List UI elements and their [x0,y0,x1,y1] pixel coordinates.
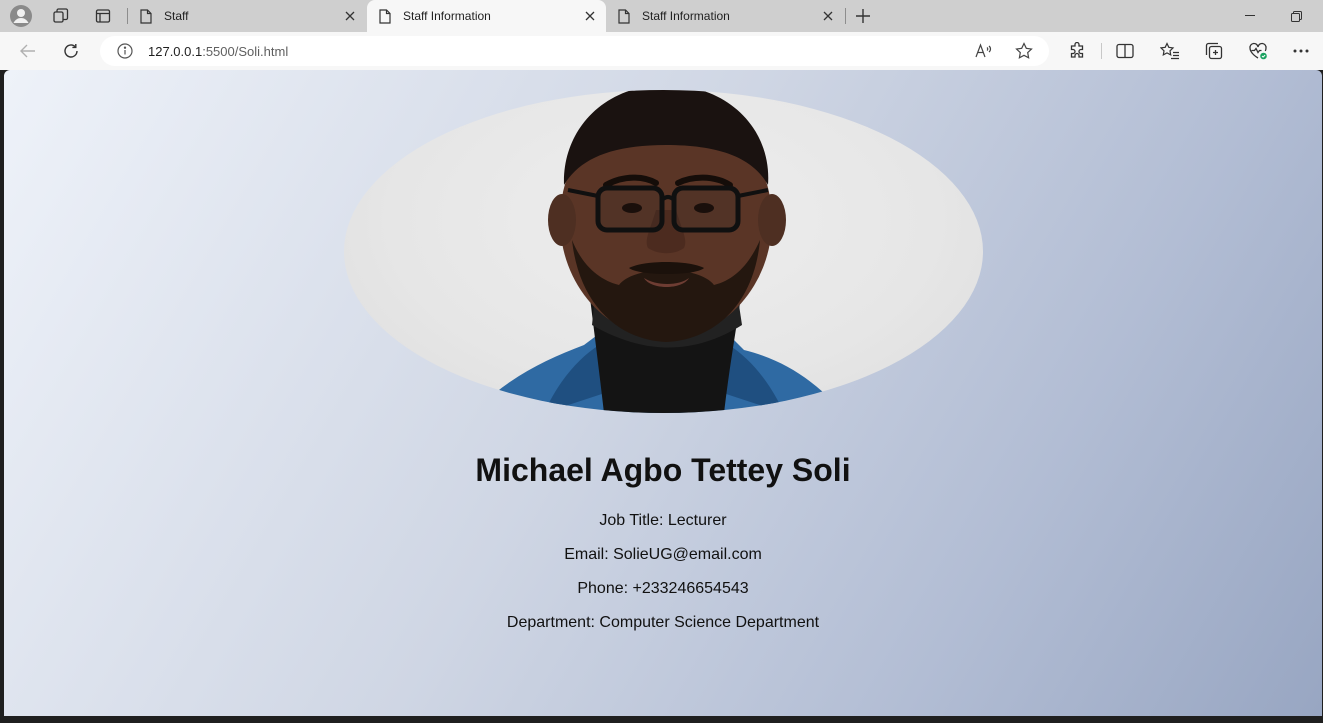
page-icon [379,8,393,24]
favorite-star-icon[interactable] [1011,38,1037,64]
url-text[interactable]: 127.0.0.1:5500/Soli.html [148,44,288,59]
tab-staff-information-active[interactable]: Staff Information [367,0,606,32]
toolbar-separator [1101,43,1102,59]
email: Email: SolieUG@email.com [564,546,762,563]
address-bar[interactable]: 127.0.0.1:5500/Soli.html [100,36,1049,66]
more-options-icon[interactable] [1287,37,1315,65]
page-icon [618,8,632,24]
read-aloud-icon[interactable] [971,38,997,64]
taskbar-edge [0,716,1323,723]
favorites-icon[interactable] [1156,37,1184,65]
page-viewport: Michael Agbo Tettey Soli Job Title: Lect… [4,70,1322,716]
browser-toolbar: 127.0.0.1:5500/Soli.html [0,32,1323,70]
url-path: :5500/Soli.html [202,43,289,59]
tab-title: Staff Information [642,9,730,23]
minimize-icon[interactable] [1227,0,1273,32]
phone: Phone: +233246654543 [577,580,749,597]
tab-title: Staff Information [403,9,491,23]
profile-icon[interactable] [8,4,34,28]
staff-photo [344,90,983,413]
refresh-icon[interactable] [57,37,85,65]
job-title: Job Title: Lecturer [599,512,727,529]
tab-strip: Staff Staff Information Staff Informatio… [0,0,1323,32]
new-tab-icon[interactable] [850,4,876,28]
workspaces-icon[interactable] [48,4,74,28]
department: Department: Computer Science Department [506,614,820,631]
browser-essentials-icon[interactable] [1244,37,1272,65]
url-host: 127.0.0.1 [148,43,203,59]
staff-portrait-illustration [474,90,844,413]
staff-name: Michael Agbo Tettey Soli [475,452,851,488]
back-icon[interactable] [14,37,42,65]
site-info-icon[interactable] [116,42,134,60]
tab-actions-icon[interactable] [90,4,116,28]
collections-icon[interactable] [1200,37,1228,65]
extensions-icon[interactable] [1063,37,1091,65]
split-screen-icon[interactable] [1111,37,1139,65]
close-icon[interactable] [580,6,600,26]
page-icon [140,8,154,24]
tab-staff[interactable]: Staff [128,0,366,32]
close-icon[interactable] [340,6,360,26]
restore-icon[interactable] [1273,0,1319,32]
tab-separator [845,8,846,24]
close-icon[interactable] [818,6,838,26]
tab-staff-information[interactable]: Staff Information [606,0,844,32]
tab-title: Staff [164,9,189,23]
